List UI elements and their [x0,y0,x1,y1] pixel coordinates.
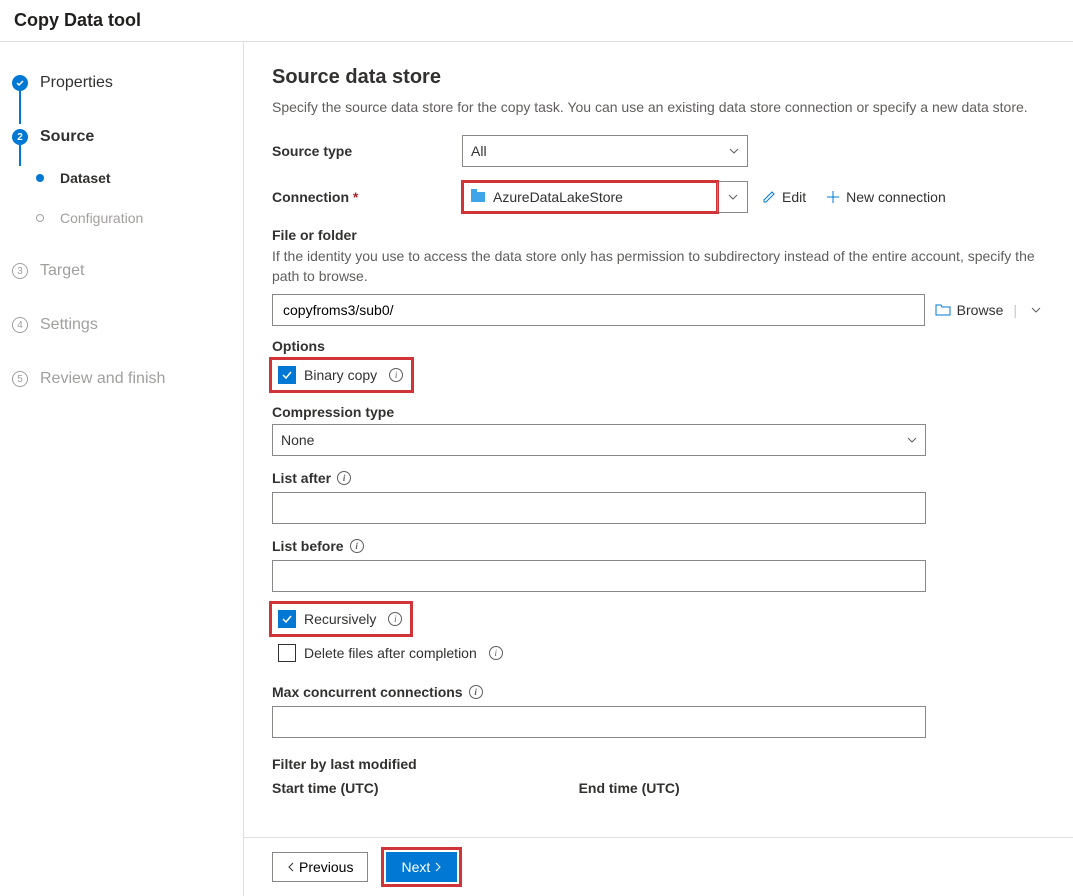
browse-button[interactable]: Browse [935,302,1004,318]
source-type-select[interactable]: All [462,135,748,167]
step-settings[interactable]: 4 Settings [12,308,243,342]
recursively-label: Recursively [304,611,376,627]
connection-value: AzureDataLakeStore [493,189,623,205]
info-icon[interactable]: i [350,539,364,553]
recursively-checkbox[interactable]: Recursively i [272,604,410,634]
info-icon[interactable]: i [389,368,403,382]
list-before-input[interactable] [272,560,926,592]
checkbox-checked-icon [278,366,296,384]
step-source[interactable]: 2 Source [12,120,243,154]
browse-dropdown[interactable] [1027,302,1045,318]
dot-icon [36,174,44,182]
compression-label: Compression type [272,404,1045,420]
step-label: Target [40,262,84,280]
step-number-icon: 5 [12,371,28,387]
wizard-sidebar: Properties 2 Source Dataset Configuratio… [0,42,244,896]
end-time-label: End time (UTC) [579,780,680,796]
binary-copy-checkbox[interactable]: Binary copy i [272,360,411,390]
compression-value: None [281,432,314,448]
max-conn-input[interactable] [272,706,926,738]
delete-files-label: Delete files after completion [304,645,477,661]
plus-icon [826,190,840,204]
chevron-down-icon [907,432,917,448]
step-number-icon: 3 [12,263,28,279]
list-before-label: List before i [272,538,1045,554]
max-conn-label: Max concurrent connections i [272,684,1045,700]
binary-copy-label: Binary copy [304,367,377,383]
dot-icon [36,214,44,222]
previous-button[interactable]: Previous [272,852,368,882]
connection-select[interactable]: AzureDataLakeStore [462,181,748,213]
wizard-footer: Previous Next [244,837,1073,896]
filter-label: Filter by last modified [272,756,1045,772]
folder-icon [935,303,951,317]
start-time-label: Start time (UTC) [272,780,379,796]
source-type-label: Source type [272,143,462,159]
step-label: Properties [40,74,113,92]
info-icon[interactable]: i [388,612,402,626]
step-label: Source [40,128,94,146]
step-label: Review and finish [40,370,165,388]
chevron-down-icon [729,143,739,159]
info-icon[interactable]: i [337,471,351,485]
list-after-label: List after i [272,470,1045,486]
info-icon[interactable]: i [469,685,483,699]
checkbox-unchecked-icon [278,644,296,662]
path-input[interactable] [272,294,925,326]
checkbox-checked-icon [278,610,296,628]
page-title: Copy Data tool [14,10,1059,31]
pencil-icon [762,190,776,204]
check-icon [12,75,28,91]
main-panel: Source data store Specify the source dat… [244,42,1073,896]
step-configuration[interactable]: Configuration [12,202,243,234]
main-title: Source data store [272,66,1045,89]
step-properties[interactable]: Properties [12,66,243,100]
header: Copy Data tool [0,0,1073,42]
main-description: Specify the source data store for the co… [272,99,1045,115]
chevron-left-icon [287,862,295,872]
step-target[interactable]: 3 Target [12,254,243,288]
chevron-right-icon [434,862,442,872]
edit-button[interactable]: Edit [756,185,812,209]
step-review[interactable]: 5 Review and finish [12,362,243,396]
delete-files-checkbox[interactable]: Delete files after completion i [272,638,511,668]
list-after-input[interactable] [272,492,926,524]
info-icon[interactable]: i [489,646,503,660]
step-dataset[interactable]: Dataset [12,162,243,194]
step-number-icon: 4 [12,317,28,333]
source-type-value: All [471,143,487,159]
step-label: Settings [40,316,98,334]
next-button[interactable]: Next [386,852,457,882]
step-label: Configuration [60,210,143,226]
options-label: Options [272,338,1045,354]
compression-select[interactable]: None [272,424,926,456]
step-label: Dataset [60,170,111,186]
step-number-icon: 2 [12,129,28,145]
file-folder-label: File or folder [272,227,1045,243]
connection-label: Connection * [272,189,462,205]
file-folder-help: If the identity you use to access the da… [272,247,1045,286]
new-connection-button[interactable]: New connection [820,185,952,209]
datastore-icon [471,192,485,202]
chevron-down-icon [717,182,747,212]
